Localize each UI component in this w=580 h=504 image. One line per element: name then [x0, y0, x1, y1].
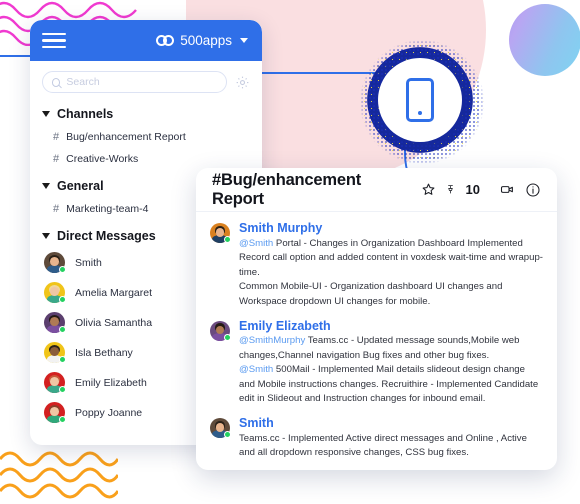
online-status-dot — [59, 386, 66, 393]
avatar — [44, 402, 66, 423]
message-item: Emily Elizabeth @SmithMurphy Teams.cc - U… — [210, 319, 543, 408]
message-list: Smith Murphy @Smith Portal - Changes in O… — [196, 212, 557, 461]
online-status-dot — [59, 266, 66, 273]
gear-icon[interactable] — [235, 75, 250, 90]
online-status-dot — [224, 333, 231, 341]
hash-icon: # — [53, 131, 60, 143]
hamburger-icon[interactable] — [42, 29, 66, 53]
direct-message-name: Poppy Joanne — [75, 406, 143, 419]
mention-link[interactable]: @SmithMurphy — [239, 335, 305, 346]
channel-label: Bug/enhancement Report — [66, 131, 186, 143]
caret-down-icon — [42, 111, 50, 117]
online-status-dot — [59, 416, 66, 423]
avatar — [44, 252, 66, 273]
online-status-dot — [224, 431, 231, 439]
infinity-icon — [156, 35, 175, 46]
message-body: Smith Teams.cc - Implemented Active direc… — [239, 416, 543, 461]
search-row — [42, 71, 250, 93]
message-body: Emily Elizabeth @SmithMurphy Teams.cc - U… — [239, 319, 543, 408]
page-title: #Bug/enhancement Report — [212, 170, 361, 208]
search-input[interactable] — [66, 76, 217, 88]
avatar — [44, 342, 66, 363]
direct-message-name: Isla Bethany — [75, 346, 133, 359]
sidebar-item-channel[interactable]: # Bug/enhancement Report — [42, 131, 250, 143]
zigzag-bottom-left — [0, 449, 118, 504]
search-icon — [52, 77, 61, 87]
message-item: Smith Murphy @Smith Portal - Changes in O… — [210, 221, 543, 310]
mention-link[interactable]: @Smith — [239, 364, 273, 375]
channel-label: Marketing-team-4 — [66, 203, 149, 215]
message-text: Common Mobile-UI - Organization dashboar… — [239, 281, 503, 307]
online-status-dot — [224, 236, 231, 243]
workspace-switcher[interactable]: 500apps — [156, 33, 248, 48]
chevron-down-icon — [240, 38, 248, 43]
hash-icon: # — [53, 203, 60, 215]
avatar — [210, 223, 231, 243]
group-title: Channels — [57, 107, 114, 121]
message-author[interactable]: Emily Elizabeth — [239, 319, 543, 335]
video-camera-icon[interactable] — [499, 182, 516, 197]
sidebar-item-channel[interactable]: # Creative-Works — [42, 153, 250, 165]
message-text: @Smith Portal - Changes in Organization … — [239, 237, 543, 278]
message-text: @SmithMurphy Teams.cc - Updated message … — [239, 335, 520, 361]
message-author[interactable]: Smith — [239, 416, 543, 432]
message-text: Teams.cc - Implemented Active direct mes… — [239, 432, 527, 459]
avatar — [210, 320, 231, 341]
channel-label: Creative-Works — [66, 153, 139, 165]
pin-icon[interactable] — [445, 182, 456, 197]
sidebar-group-channels: Channels # Bug/enhancement Report # Crea… — [42, 107, 250, 165]
star-icon[interactable] — [421, 182, 436, 197]
message-item: Smith Teams.cc - Implemented Active direc… — [210, 416, 543, 461]
avatar — [44, 282, 66, 303]
info-circle-icon[interactable] — [525, 182, 541, 198]
avatar — [210, 418, 231, 439]
avatar — [44, 312, 66, 333]
phone-badge — [378, 58, 462, 142]
channel-panel: #Bug/enhancement Report 10 Smith Murphy … — [196, 168, 557, 470]
sidebar-header: 500apps — [30, 20, 262, 61]
caret-down-icon — [42, 233, 50, 239]
workspace-name: 500apps — [180, 33, 232, 48]
mention-link[interactable]: @Smith — [239, 238, 273, 249]
header-actions: 10 — [421, 182, 541, 198]
avatar — [44, 372, 66, 393]
direct-message-name: Smith — [75, 256, 102, 269]
caret-down-icon — [42, 183, 50, 189]
group-title: Direct Messages — [57, 229, 156, 243]
direct-message-name: Amelia Margaret — [75, 286, 153, 299]
direct-message-name: Olivia Samantha — [75, 316, 153, 329]
online-status-dot — [59, 296, 66, 303]
online-status-dot — [59, 326, 66, 333]
pin-count: 10 — [465, 182, 480, 197]
hash-icon: # — [53, 153, 60, 165]
group-title: General — [57, 179, 104, 193]
direct-message-name: Emily Elizabeth — [75, 376, 147, 389]
search-box[interactable] — [42, 71, 227, 93]
online-status-dot — [59, 356, 66, 363]
gradient-circle-shape — [509, 4, 580, 76]
mobile-phone-icon — [406, 78, 434, 122]
message-author[interactable]: Smith Murphy — [239, 221, 543, 237]
channel-header: #Bug/enhancement Report 10 — [196, 168, 557, 212]
group-header[interactable]: Channels — [42, 107, 250, 121]
message-text: @Smith 500Mail - Implemented Mail detail… — [239, 364, 539, 405]
message-body: Smith Murphy @Smith Portal - Changes in O… — [239, 221, 543, 310]
